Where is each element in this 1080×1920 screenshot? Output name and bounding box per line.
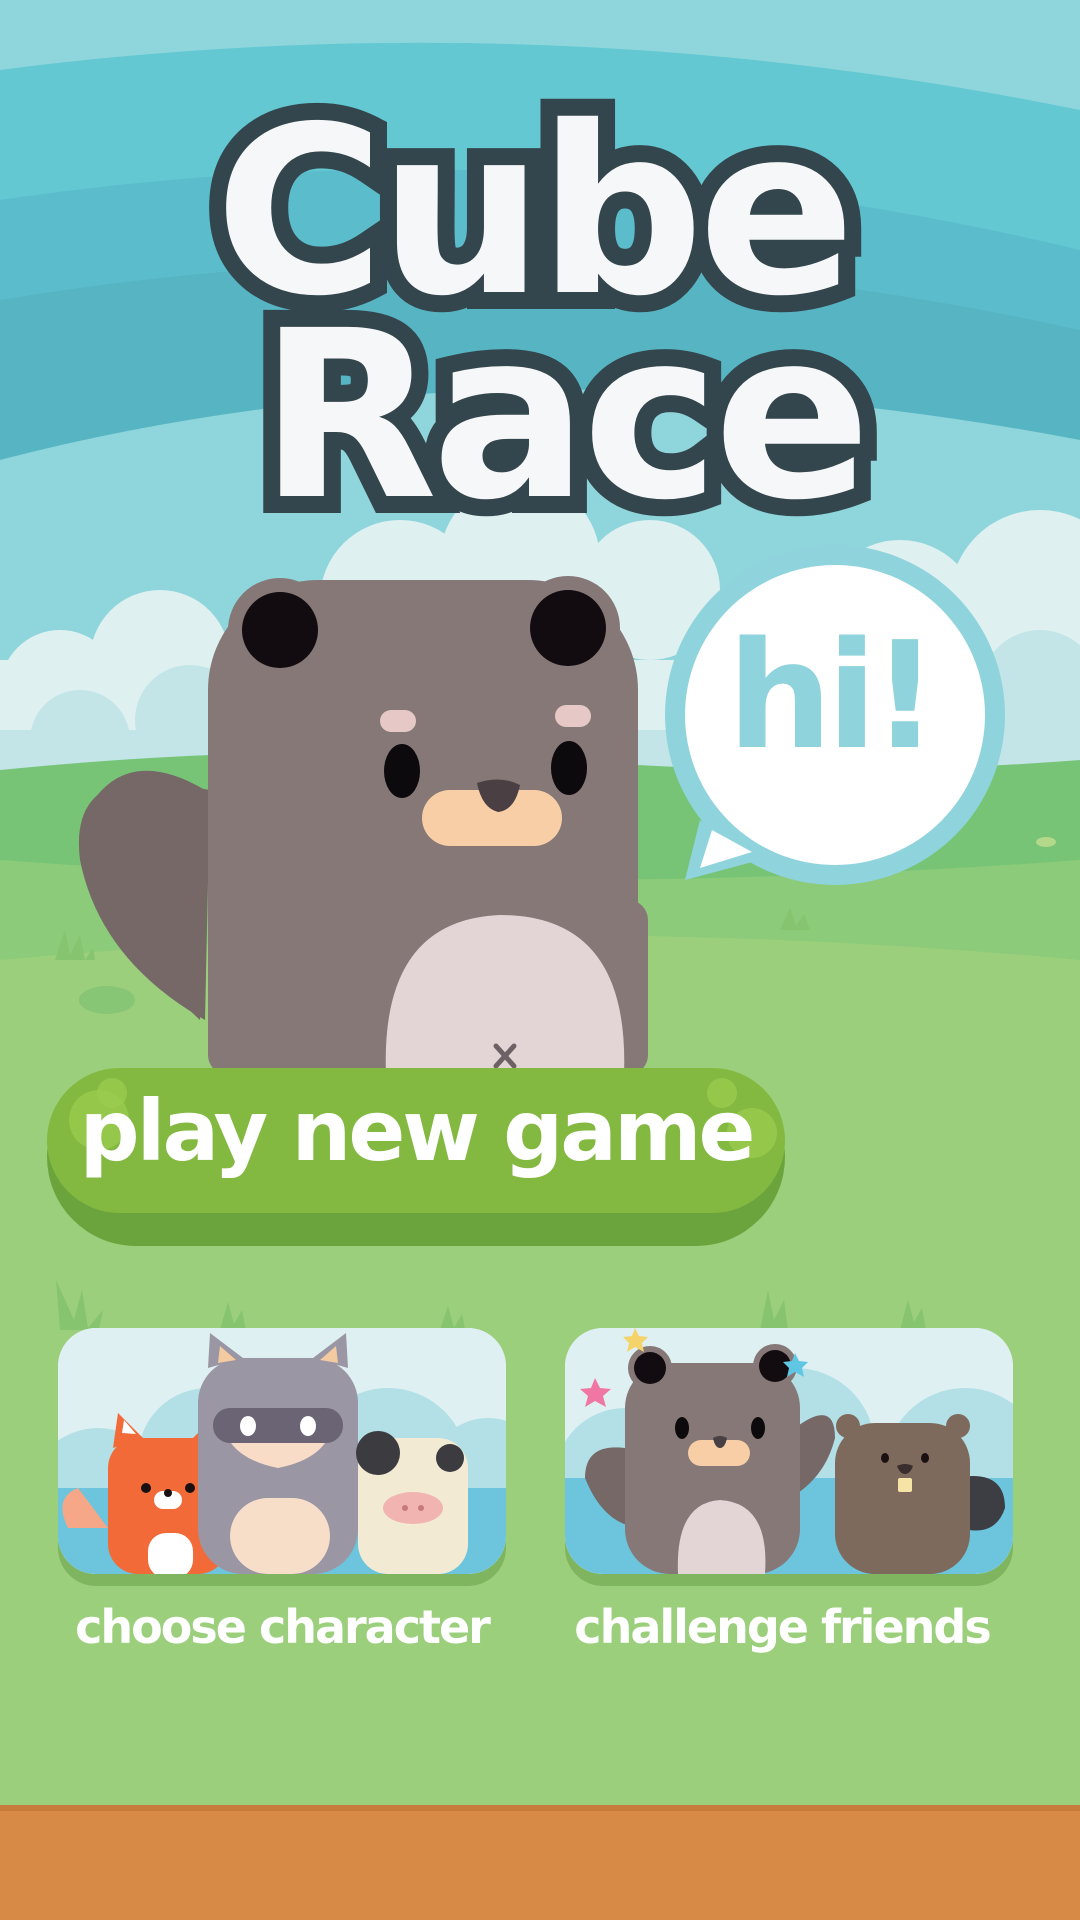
ground-strip (0, 1805, 1080, 1920)
play-button-face: play new game (47, 1068, 785, 1213)
challenge-friends-illustration (565, 1328, 1013, 1574)
choose-character-card[interactable] (58, 1328, 506, 1586)
friends-group-icon (565, 1328, 1013, 1574)
challenge-friends-card[interactable] (565, 1328, 1013, 1586)
play-button-label: play new game (79, 1082, 756, 1180)
game-title-screen: Cube Race hi! play new game choose chara… (0, 0, 1080, 1920)
game-title-line-2: Race (242, 281, 888, 551)
speech-bubble-text: hi! (727, 610, 939, 782)
choose-character-label[interactable]: choose character (22, 1600, 542, 1654)
challenge-friends-label[interactable]: challenge friends (522, 1600, 1042, 1654)
choose-character-illustration (58, 1328, 506, 1574)
play-new-game-button[interactable]: play new game (47, 1068, 785, 1246)
character-group-icon (58, 1328, 506, 1574)
